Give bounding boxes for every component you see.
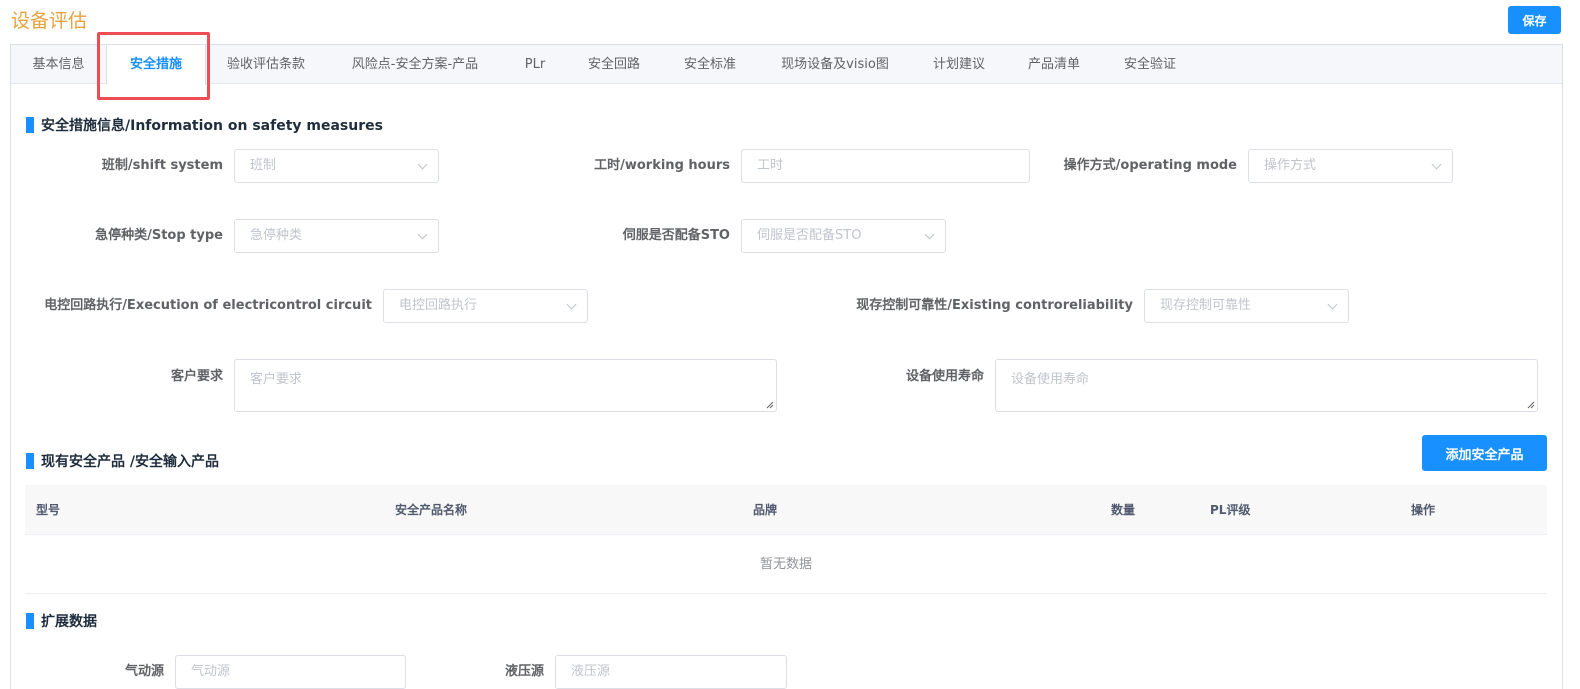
chevron-down-icon: [417, 159, 428, 170]
tab-bar: 基本信息 安全措施 验收评估条款 风险点-安全方案-产品 PLr 安全回路 安全…: [11, 45, 1562, 85]
mode-placeholder: 操作方式: [1264, 158, 1317, 173]
reliability-label: 现存控制可靠性/Existing controreliability: [856, 298, 1133, 313]
tab-safety-standards[interactable]: 安全标准: [662, 45, 758, 84]
shift-select[interactable]: 班制: [234, 149, 439, 183]
hours-placeholder: 工时: [757, 158, 784, 173]
sto-label: 伺服是否配备STO: [622, 228, 730, 243]
tab-plan-suggestions[interactable]: 计划建议: [912, 45, 1006, 84]
reliability-select[interactable]: 现存控制可靠性: [1144, 289, 1349, 323]
section-safety-info: 安全措施信息/Information on safety measures: [26, 115, 383, 135]
section-title-text: 扩展数据: [41, 614, 97, 630]
stop-label: 急停种类/Stop type: [95, 228, 223, 243]
lifespan-textarea[interactable]: 设备使用寿命: [995, 359, 1538, 412]
circuit-placeholder: 电控回路执行: [399, 298, 478, 313]
circuit-select[interactable]: 电控回路执行: [383, 289, 588, 323]
save-button[interactable]: 保存: [1508, 6, 1561, 34]
hours-label: 工时/working hours: [594, 158, 730, 173]
customer-label: 客户要求: [170, 369, 223, 384]
page-title: 设备评估: [11, 10, 88, 32]
resize-grip-icon[interactable]: [1525, 399, 1535, 409]
shift-label: 班制/shift system: [101, 158, 223, 173]
tab-basic-info[interactable]: 基本信息: [11, 45, 106, 84]
tab-safety-circuit[interactable]: 安全回路: [566, 45, 662, 84]
column-header-actions: 操作: [1411, 503, 1436, 517]
shift-placeholder: 班制: [250, 158, 277, 173]
section-products: 现有安全产品 /安全输入产品: [26, 451, 219, 471]
stop-placeholder: 急停种类: [250, 228, 303, 243]
chevron-down-icon: [924, 229, 935, 240]
section-marker: [26, 613, 34, 629]
mode-select[interactable]: 操作方式: [1248, 149, 1453, 183]
lifespan-placeholder: 设备使用寿命: [1011, 372, 1090, 387]
tab-acceptance-clauses[interactable]: 验收评估条款: [206, 45, 326, 84]
column-header-brand: 品牌: [753, 503, 778, 517]
section-title-text: 安全措施信息/Information on safety measures: [41, 118, 383, 134]
column-header-pl-rating: PL评级: [1210, 503, 1251, 517]
tab-product-list[interactable]: 产品清单: [1006, 45, 1102, 84]
reliability-placeholder: 现存控制可靠性: [1160, 298, 1252, 313]
column-header-name: 安全产品名称: [395, 503, 468, 517]
hydraulic-placeholder: 液压源: [571, 664, 611, 679]
circuit-label: 电控回路执行/Execution of electricontrol circu…: [44, 298, 372, 313]
section-title-text: 现有安全产品 /安全输入产品: [41, 454, 219, 470]
lifespan-label: 设备使用寿命: [905, 369, 984, 384]
tab-site-equipment[interactable]: 现场设备及visio图: [758, 45, 912, 84]
chevron-down-icon: [1431, 159, 1442, 170]
customer-textarea[interactable]: 客户要求: [234, 359, 777, 412]
hydraulic-input[interactable]: 液压源: [555, 655, 787, 689]
table-empty-row: 暂无数据: [25, 535, 1547, 594]
pneumatic-placeholder: 气动源: [191, 664, 231, 679]
mode-label: 操作方式/operating mode: [1063, 158, 1237, 173]
resize-grip-icon[interactable]: [764, 399, 774, 409]
pneumatic-label: 气动源: [124, 664, 164, 679]
section-marker: [26, 117, 34, 133]
pneumatic-input[interactable]: 气动源: [175, 655, 406, 689]
column-header-model: 型号: [36, 503, 61, 517]
customer-placeholder: 客户要求: [250, 372, 303, 387]
products-table-header: 型号 安全产品名称 品牌 数量 PL评级 操作: [25, 485, 1547, 535]
hydraulic-label: 液压源: [504, 664, 544, 679]
sto-placeholder: 伺服是否配备STO: [757, 228, 862, 243]
tab-safety-measures[interactable]: 安全措施: [106, 45, 206, 85]
hours-input[interactable]: 工时: [741, 149, 1030, 183]
section-extended: 扩展数据: [26, 611, 97, 631]
tab-risk-points[interactable]: 风险点-安全方案-产品: [326, 45, 504, 84]
chevron-down-icon: [1327, 299, 1338, 310]
stop-select[interactable]: 急停种类: [234, 219, 439, 253]
tab-safety-verification[interactable]: 安全验证: [1102, 45, 1198, 84]
section-marker: [26, 453, 34, 469]
add-safety-product-button[interactable]: 添加安全产品: [1422, 435, 1547, 471]
tab-plr[interactable]: PLr: [504, 45, 566, 84]
chevron-down-icon: [417, 229, 428, 240]
column-header-quantity: 数量: [1111, 503, 1136, 517]
chevron-down-icon: [566, 299, 577, 310]
sto-select[interactable]: 伺服是否配备STO: [741, 219, 946, 253]
